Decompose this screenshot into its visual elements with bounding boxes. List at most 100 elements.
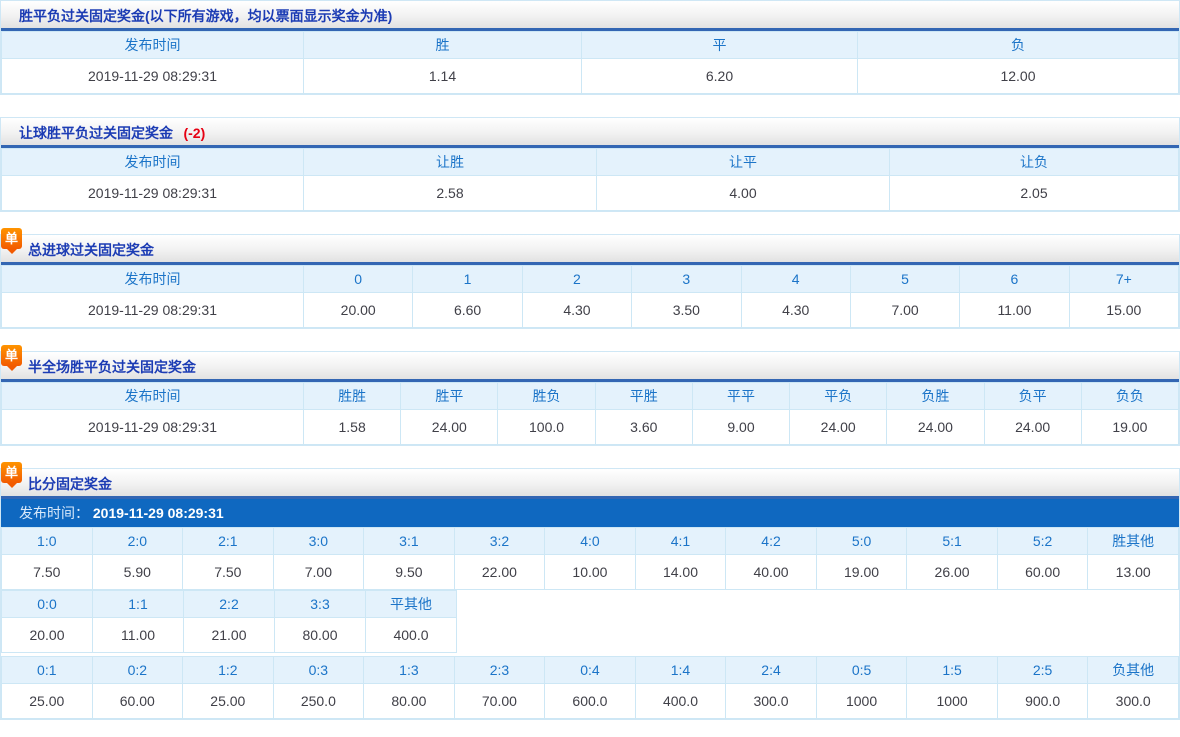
odds-value: 100.0 (498, 410, 595, 445)
draw-score-table: 0:0 1:1 2:2 3:3 平其他 20.00 11.00 21.00 80… (1, 590, 1179, 653)
score-header: 5:1 (907, 528, 998, 555)
odds-value: 24.00 (790, 410, 887, 445)
odds-value: 22.00 (454, 555, 545, 590)
dan-badge-icon: 单 (1, 345, 22, 366)
odds-value: 7.00 (273, 555, 364, 590)
win-score-table: 1:0 2:0 2:1 3:0 3:1 3:2 4:0 4:1 4:2 5:0 … (1, 527, 1179, 590)
score-header: 0:4 (545, 657, 636, 684)
score-header-lose-other: 负其他 (1088, 657, 1179, 684)
odds-value: 1000 (907, 684, 998, 719)
col-header-goals: 6 (960, 266, 1069, 293)
odds-value: 2.58 (304, 176, 597, 211)
score-header: 0:2 (92, 657, 183, 684)
score-header: 0:3 (273, 657, 364, 684)
dan-badge-icon: 单 (1, 228, 22, 249)
score-header: 1:3 (364, 657, 455, 684)
col-header-lose: 负 (858, 32, 1179, 59)
table-value-row: 25.00 60.00 25.00 250.0 80.00 70.00 600.… (2, 684, 1179, 719)
odds-value: 70.00 (454, 684, 545, 719)
publish-time-value: 2019-11-29 08:29:31 (2, 176, 304, 211)
table-header-row: 发布时间 胜 平 负 (2, 32, 1179, 59)
table-value-row: 7.50 5.90 7.50 7.00 9.50 22.00 10.00 14.… (2, 555, 1179, 590)
odds-value: 60.00 (997, 555, 1088, 590)
section-title-bar: 让球胜平负过关固定奖金 (-2) (1, 118, 1179, 148)
section-total-goals-odds: 单 总进球过关固定奖金 发布时间 0 1 2 3 4 5 6 7+ 2019-1… (0, 234, 1180, 329)
odds-value: 400.0 (366, 618, 457, 653)
odds-value: 24.00 (984, 410, 1081, 445)
score-header: 2:5 (997, 657, 1088, 684)
col-header-hf: 负胜 (887, 383, 984, 410)
section-title-bar: 半全场胜平负过关固定奖金 (1, 352, 1179, 382)
col-header-publish-time: 发布时间 (2, 383, 304, 410)
publish-time-value: 2019-11-29 08:29:31 (93, 505, 224, 521)
odds-value: 1.58 (304, 410, 401, 445)
col-header-goals: 2 (522, 266, 631, 293)
col-header-hf: 平胜 (595, 383, 692, 410)
section-title: 半全场胜平负过关固定奖金 (28, 359, 196, 375)
score-header: 3:1 (364, 528, 455, 555)
odds-value: 11.00 (960, 293, 1069, 328)
odds-value: 13.00 (1088, 555, 1179, 590)
table-value-row: 2019-11-29 08:29:31 2.58 4.00 2.05 (2, 176, 1179, 211)
handicap-odds-table: 发布时间 让胜 让平 让负 2019-11-29 08:29:31 2.58 4… (1, 148, 1179, 211)
odds-value: 4.30 (522, 293, 631, 328)
odds-value: 14.00 (635, 555, 726, 590)
score-header: 4:1 (635, 528, 726, 555)
score-header: 4:2 (726, 528, 817, 555)
table-header-row: 发布时间 让胜 让平 让负 (2, 149, 1179, 176)
odds-value: 80.00 (275, 618, 366, 653)
col-header-hf: 负平 (984, 383, 1081, 410)
col-header-hf: 胜胜 (304, 383, 401, 410)
odds-value: 7.50 (2, 555, 93, 590)
odds-value: 6.60 (413, 293, 522, 328)
odds-value: 600.0 (545, 684, 636, 719)
score-header: 1:5 (907, 657, 998, 684)
col-header-publish-time: 发布时间 (2, 149, 304, 176)
score-header: 3:0 (273, 528, 364, 555)
col-header-goals: 3 (632, 266, 741, 293)
odds-value: 21.00 (184, 618, 275, 653)
col-header-hlose: 让负 (890, 149, 1179, 176)
score-header: 2:3 (454, 657, 545, 684)
table-header-row: 发布时间 胜胜 胜平 胜负 平胜 平平 平负 负胜 负平 负负 (2, 383, 1179, 410)
score-header: 1:2 (183, 657, 274, 684)
dan-badge-icon: 单 (1, 462, 22, 483)
odds-value: 12.00 (858, 59, 1179, 94)
odds-value: 5.90 (92, 555, 183, 590)
odds-value: 15.00 (1069, 293, 1178, 328)
odds-value: 19.00 (816, 555, 907, 590)
col-header-goals: 1 (413, 266, 522, 293)
table-header-row: 0:1 0:2 1:2 0:3 1:3 2:3 0:4 1:4 2:4 0:5 … (2, 657, 1179, 684)
section-title-bar: 比分固定奖金 (1, 469, 1179, 499)
score-header: 0:5 (816, 657, 907, 684)
odds-value: 9.00 (692, 410, 789, 445)
odds-value: 2.05 (890, 176, 1179, 211)
score-header-draw-other: 平其他 (366, 591, 457, 618)
empty-filler-cell (457, 591, 1180, 653)
section-correct-score-odds: 单 比分固定奖金 发布时间： 2019-11-29 08:29:31 1:0 2… (0, 468, 1180, 720)
score-header: 2:2 (184, 591, 275, 618)
section-title: 胜平负过关固定奖金(以下所有游戏，均以票面显示奖金为准) (19, 8, 392, 24)
col-header-hf: 平平 (692, 383, 789, 410)
odds-value: 24.00 (887, 410, 984, 445)
odds-value: 60.00 (92, 684, 183, 719)
section-title: 比分固定奖金 (28, 476, 112, 492)
col-header-goals: 0 (304, 266, 413, 293)
table-value-row: 2019-11-29 08:29:31 1.14 6.20 12.00 (2, 59, 1179, 94)
odds-value: 7.00 (850, 293, 959, 328)
odds-value: 26.00 (907, 555, 998, 590)
score-header: 2:0 (92, 528, 183, 555)
col-header-goals: 4 (741, 266, 850, 293)
table-value-row: 2019-11-29 08:29:31 20.00 6.60 4.30 3.50… (2, 293, 1179, 328)
odds-value: 400.0 (635, 684, 726, 719)
section-half-full-odds: 单 半全场胜平负过关固定奖金 发布时间 胜胜 胜平 胜负 平胜 平平 平负 负胜… (0, 351, 1180, 446)
section-title-bar: 总进球过关固定奖金 (1, 235, 1179, 265)
odds-value: 4.00 (597, 176, 890, 211)
spf-odds-table: 发布时间 胜 平 负 2019-11-29 08:29:31 1.14 6.20… (1, 31, 1179, 94)
section-handicap-odds: 让球胜平负过关固定奖金 (-2) 发布时间 让胜 让平 让负 2019-11-2… (0, 117, 1180, 212)
odds-value: 11.00 (93, 618, 184, 653)
odds-value: 6.20 (582, 59, 858, 94)
section-title-bar: 胜平负过关固定奖金(以下所有游戏，均以票面显示奖金为准) (1, 1, 1179, 31)
odds-value: 25.00 (183, 684, 274, 719)
odds-value: 40.00 (726, 555, 817, 590)
